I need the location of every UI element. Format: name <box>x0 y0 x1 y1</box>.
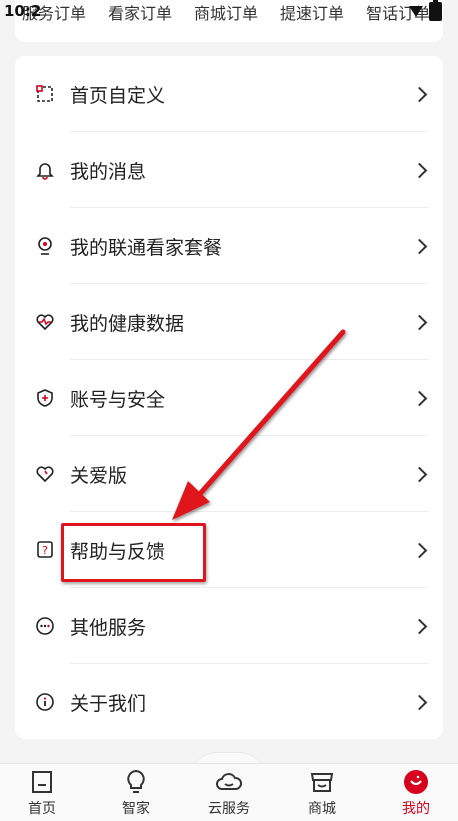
chevron-right-icon <box>411 694 428 710</box>
menu-label: 首页自定义 <box>70 84 166 107</box>
chevron-right-icon <box>411 238 428 254</box>
tab-mall[interactable]: 商城 <box>282 768 362 818</box>
menu-label: 账号与安全 <box>70 388 166 411</box>
tab-smart-home[interactable]: 智家 <box>96 768 176 818</box>
customize-icon <box>35 84 55 104</box>
tab-home[interactable]: 首页 <box>2 768 82 818</box>
chevron-right-icon <box>411 162 428 178</box>
menu-item-health-data[interactable]: 我的健康数据 <box>15 284 443 360</box>
info-icon <box>35 692 55 712</box>
settings-menu: 首页自定义 我的消息 我的联通看家套餐 我的健康数据 账号与安全 关爱版 ? 帮… <box>15 56 443 739</box>
tab-label: 云服务 <box>208 801 250 817</box>
tab-mine[interactable]: 我的 <box>376 768 456 818</box>
chevron-right-icon <box>411 618 428 634</box>
help-icon: ? <box>35 540 55 560</box>
menu-label: 我的消息 <box>70 160 147 183</box>
chevron-right-icon <box>411 542 428 558</box>
menu-item-care-mode[interactable]: 关爱版 <box>15 436 443 512</box>
more-icon <box>35 616 55 636</box>
menu-item-about-us[interactable]: 关于我们 <box>15 664 443 740</box>
menu-item-home-watch-plan[interactable]: 我的联通看家套餐 <box>15 208 443 284</box>
tab-cloud-service[interactable]: 云服务 <box>189 768 269 818</box>
menu-item-account-security[interactable]: 账号与安全 <box>15 360 443 436</box>
order-mall[interactable]: 商城订单 <box>194 0 258 24</box>
chevron-right-icon <box>411 390 428 406</box>
menu-item-other-services[interactable]: 其他服务 <box>15 588 443 664</box>
tab-label: 首页 <box>28 801 56 817</box>
menu-label: 其他服务 <box>70 616 147 639</box>
menu-item-messages[interactable]: 我的消息 <box>15 132 443 208</box>
store-icon <box>308 768 336 796</box>
profile-icon <box>402 768 430 796</box>
menu-label: 关于我们 <box>70 692 147 715</box>
bulb-icon <box>122 768 150 796</box>
heart-icon <box>35 464 55 484</box>
highlight-box <box>61 523 206 582</box>
chevron-right-icon <box>411 466 428 482</box>
chevron-right-icon <box>411 314 428 330</box>
cloud-icon <box>215 768 243 796</box>
bell-icon <box>35 160 55 180</box>
status-icons <box>409 0 442 21</box>
home-icon <box>28 768 56 796</box>
menu-item-customize-home[interactable]: 首页自定义 <box>15 56 443 132</box>
order-speedup[interactable]: 提速订单 <box>280 0 344 24</box>
order-home-watch[interactable]: 看家订单 <box>108 0 172 24</box>
menu-label: 我的联通看家套餐 <box>70 236 223 259</box>
chevron-right-icon <box>411 86 428 102</box>
orders-strip: 服务订单 看家订单 商城订单 提速订单 智话订单 <box>22 0 452 24</box>
heart-pulse-icon <box>35 312 55 332</box>
svg-text:?: ? <box>42 544 48 557</box>
wifi-icon <box>409 6 423 17</box>
status-time: 10:2 <box>4 2 42 20</box>
camera-icon <box>35 236 55 256</box>
tab-label: 我的 <box>402 801 430 817</box>
menu-label: 我的健康数据 <box>70 312 185 335</box>
menu-label: 关爱版 <box>70 464 128 487</box>
battery-icon <box>429 0 442 21</box>
tab-label: 智家 <box>122 801 150 817</box>
tab-label: 商城 <box>308 801 336 817</box>
shield-icon <box>35 388 55 408</box>
